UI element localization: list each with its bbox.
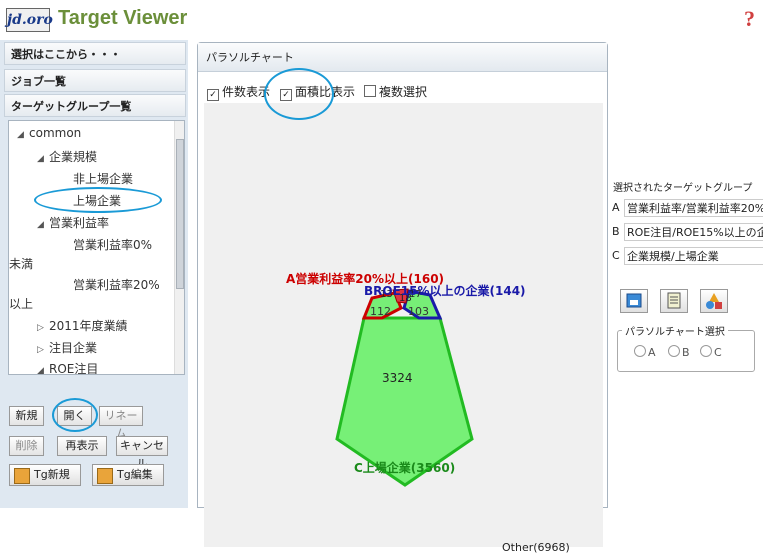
image-save-icon: [626, 293, 642, 308]
expanded-triangle-icon: ◢: [37, 220, 44, 230]
collapsed-triangle-icon: ▷: [37, 323, 44, 333]
tree-scrollbar[interactable]: [174, 121, 184, 374]
delete-button[interactable]: 削除: [9, 436, 44, 456]
help-icon[interactable]: ?: [744, 6, 755, 32]
job-list-header[interactable]: ジョブ一覧: [4, 69, 186, 92]
expanded-triangle-icon: ◢: [37, 366, 44, 375]
set-c-label: C上場企業(3560): [354, 460, 455, 475]
selected-target-groups-title: 選択されたターゲットグループ: [613, 183, 753, 194]
selected-row-key: C: [612, 249, 620, 262]
app-header: jd.oro Target Viewer ?: [0, 0, 763, 40]
other-label: Other(6968): [502, 541, 570, 554]
selected-row-value[interactable]: 営業利益率/営業利益率20%以上: [624, 199, 763, 217]
tree-node-watch[interactable]: ▷ 注目企業: [37, 339, 97, 356]
chart-panel-title: パラソルチャート: [198, 43, 607, 72]
radio-icon: [634, 345, 646, 357]
shapes-button[interactable]: [700, 289, 728, 313]
checkbox-checked-icon: ✓: [207, 89, 219, 101]
tree-node-company-size[interactable]: ◢ 企業規模: [37, 148, 97, 165]
area-ratio-checkbox[interactable]: ✓ 面積比表示: [280, 83, 355, 101]
region-c-only[interactable]: [335, 316, 474, 487]
radio-icon: [668, 345, 680, 357]
radio-a[interactable]: A: [634, 345, 656, 359]
region-c-only-value: 3324: [382, 371, 413, 385]
tree-scrollbar-thumb[interactable]: [176, 139, 184, 289]
tree-leaf-margin-lt0[interactable]: 営業利益率0%: [73, 236, 152, 253]
app-logo: jd.oro: [6, 8, 53, 32]
expanded-triangle-icon: ◢: [37, 154, 44, 164]
rename-button[interactable]: リネーム: [99, 406, 143, 440]
count-display-checkbox[interactable]: ✓ 件数表示: [207, 83, 270, 101]
radio-c[interactable]: C: [700, 345, 722, 359]
tg-edit-button[interactable]: Tg編集: [92, 464, 164, 486]
tg-new-button[interactable]: Tg新規: [9, 464, 81, 486]
collapsed-triangle-icon: ▷: [37, 345, 44, 355]
tree-node-roe[interactable]: ◢ ROE注目: [37, 360, 98, 375]
new-button[interactable]: 新規: [9, 406, 44, 426]
expanded-triangle-icon: ◢: [17, 130, 24, 140]
tree-leaf-margin-ge20[interactable]: 営業利益率20%: [73, 276, 160, 293]
radio-icon: [700, 345, 712, 357]
select-here-header: 選択はここから・・・: [4, 42, 186, 65]
redisplay-button[interactable]: 再表示: [57, 436, 107, 456]
selected-row-value[interactable]: ROE注目/ROE15%以上の企業: [624, 223, 763, 241]
list-view-button[interactable]: [660, 289, 688, 313]
multi-select-checkbox[interactable]: 複数選択: [364, 83, 427, 100]
checkbox-empty-icon: [364, 85, 376, 97]
tree-leaf-margin-lt0-cont[interactable]: 未満: [9, 255, 33, 272]
radio-b[interactable]: B: [668, 345, 690, 359]
parasol-chart-select-legend: パラソルチャート選択: [622, 323, 728, 338]
umbrella-add-icon: [14, 468, 30, 484]
shapes-icon: [706, 293, 722, 309]
tree-node-common[interactable]: ◢ common: [17, 126, 81, 140]
app-title: Target Viewer: [58, 7, 188, 29]
save-image-button[interactable]: [620, 289, 648, 313]
umbrella-edit-icon: [97, 468, 113, 484]
target-group-list-header[interactable]: ターゲットグループ一覧: [4, 94, 186, 117]
selected-row-key: B: [612, 225, 620, 238]
tree-leaf-margin-ge20-cont[interactable]: 以上: [9, 295, 33, 312]
parasol-chart-area: 3324 112 103 13 18 17 A営業利益率20%以上(160) B…: [204, 103, 603, 554]
tree-node-operating-margin[interactable]: ◢ 営業利益率: [37, 214, 109, 231]
region-a-value: 112: [370, 305, 391, 318]
open-button[interactable]: 開く: [57, 406, 92, 426]
selected-row-key: A: [612, 201, 620, 214]
target-group-tree: ◢ common ◢ 企業規模 非上場企業 上場企業 ◢ 営業利益率 営業利益率0% …: [8, 120, 185, 375]
region-b-value: 103: [408, 305, 429, 318]
selected-row-value[interactable]: 企業規模/上場企業: [624, 247, 763, 265]
parasol-chart-svg: 3324 112 103 13 18 17 A営業利益率20%以上(160) B…: [286, 271, 526, 487]
tree-leaf-listed[interactable]: 上場企業: [73, 192, 121, 209]
tree-leaf-unlisted[interactable]: 非上場企業: [73, 170, 133, 187]
document-list-icon: [667, 292, 681, 309]
checkbox-checked-icon: ✓: [280, 89, 292, 101]
parasol-chart-panel: パラソルチャート ✓ 件数表示 ✓ 面積比表示 複数選択 3324 112 103 …: [197, 42, 608, 554]
set-b-label: BROE15%以上の企業(144): [364, 283, 526, 298]
cancel-button[interactable]: キャンセル: [116, 436, 168, 470]
tree-node-fy2011[interactable]: ▷ 2011年度業績: [37, 317, 128, 334]
